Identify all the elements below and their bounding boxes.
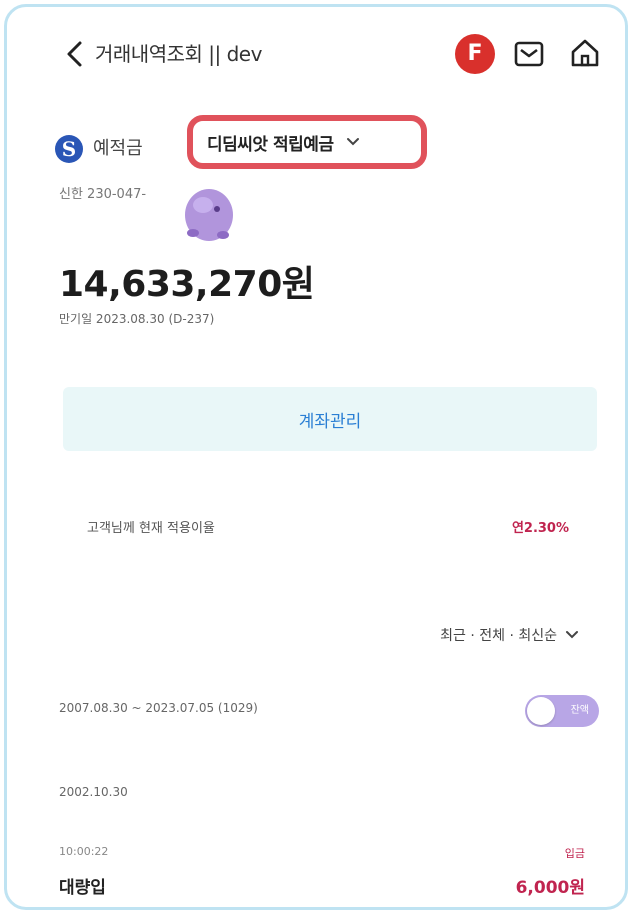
mascot-illustration bbox=[173, 175, 243, 245]
chevron-down-icon bbox=[566, 631, 578, 639]
interest-rate-value: 연2.30% bbox=[511, 521, 569, 536]
product-name: 디딤씨앗 적립예금 bbox=[207, 134, 334, 155]
balance-amount: 14,633,270원 bbox=[59, 264, 315, 305]
toggle-knob bbox=[527, 697, 555, 725]
filter-dropdown[interactable]: 최근 · 전체 · 최신순 bbox=[440, 625, 579, 645]
interest-rate-label: 고객님께 현재 적용이율 bbox=[87, 521, 215, 536]
filter-label: 최근 · 전체 · 최신순 bbox=[440, 628, 557, 644]
account-type: 예적금 bbox=[93, 138, 143, 159]
profile-badge[interactable]: F bbox=[455, 34, 495, 74]
transaction-type: 입금 bbox=[564, 847, 585, 860]
transaction-date-header: 2002.10.30 bbox=[59, 785, 128, 799]
transaction-description: 대량입 bbox=[59, 878, 106, 898]
app-frame: 거래내역조회 || dev F S 예적금 디딤씨앗 적립예금 신한 230-0… bbox=[4, 4, 628, 910]
back-icon[interactable] bbox=[59, 37, 89, 71]
transaction-row[interactable]: 10:00:22 입금 대량입 6,000원 bbox=[59, 841, 585, 905]
balance-toggle[interactable]: 잔액 bbox=[525, 695, 599, 727]
account-row: S 예적금 디딤씨앗 적립예금 bbox=[55, 115, 585, 171]
product-dropdown[interactable]: 디딤씨앗 적립예금 bbox=[187, 115, 427, 169]
account-number: 신한 230-047- bbox=[59, 187, 147, 202]
transaction-amount: 6,000원 bbox=[515, 878, 585, 898]
account-manage-button[interactable]: 계좌관리 bbox=[63, 387, 597, 451]
maturity-info: 만기일 2023.08.30 (D-237) bbox=[59, 312, 215, 326]
page-title: 거래내역조회 || dev bbox=[95, 42, 262, 66]
toggle-label: 잔액 bbox=[570, 705, 589, 716]
top-bar: 거래내역조회 || dev F bbox=[7, 7, 625, 99]
home-icon[interactable] bbox=[567, 35, 603, 71]
transaction-time: 10:00:22 bbox=[59, 845, 109, 858]
period-range: 2007.08.30 ~ 2023.07.05 (1029) bbox=[59, 701, 258, 715]
mail-icon[interactable] bbox=[511, 37, 547, 71]
bank-logo-icon: S bbox=[55, 135, 83, 163]
chevron-down-icon bbox=[346, 138, 359, 146]
